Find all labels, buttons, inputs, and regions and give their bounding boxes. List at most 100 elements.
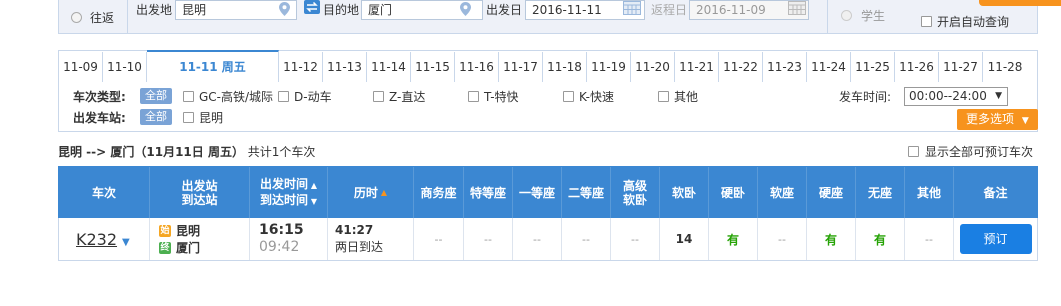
other-cell: -- xyxy=(905,218,954,260)
auto-query-option[interactable]: 开启自动查询 xyxy=(921,4,1009,38)
arrive-day: 两日到达 xyxy=(335,240,384,254)
expand-caret-icon[interactable]: ▼ xyxy=(122,237,130,248)
checkbox[interactable] xyxy=(278,90,289,102)
checkbox[interactable] xyxy=(373,90,384,102)
col-soft-sleeper: 软卧 xyxy=(660,167,709,219)
student-option[interactable]: 学生 xyxy=(841,0,885,32)
filter-panel: 车次类型: 全部 GC-高铁/城际 D-动车 Z-直达 T-特快 K-快速 其他… xyxy=(58,82,1038,132)
date-tab[interactable]: 11-27 xyxy=(939,52,983,83)
times-cell: 16:15 09:42 xyxy=(250,218,328,260)
train-type-d[interactable]: D-动车 xyxy=(278,88,332,105)
col-other: 其他 xyxy=(905,167,954,219)
auto-query-checkbox[interactable] xyxy=(921,15,932,27)
date-tab[interactable]: 11-09 xyxy=(59,52,103,83)
date-tab[interactable]: 11-17 xyxy=(499,52,543,83)
date-tab[interactable]: 11-10 xyxy=(103,52,147,83)
arrive-time: 09:42 xyxy=(259,239,300,255)
station-kunming[interactable]: 昆明 xyxy=(183,109,223,126)
hard-seat-cell[interactable]: 有 xyxy=(807,218,856,260)
location-pin-icon[interactable] xyxy=(279,2,290,16)
calendar-icon[interactable] xyxy=(788,1,806,15)
col-times[interactable]: 出发时间 ▲ 到达时间 ▼ xyxy=(250,167,328,219)
train-type-z[interactable]: Z-直达 xyxy=(373,88,425,105)
train-type-other[interactable]: 其他 xyxy=(658,88,698,105)
train-number-link[interactable]: K232 xyxy=(76,230,117,249)
checkbox[interactable] xyxy=(183,111,194,123)
depart-time-label: 发车时间: xyxy=(839,89,892,104)
col-soft-seat: 软座 xyxy=(758,167,807,219)
search-bar: 往返 出发地 昆明 目的地 厦门 出发日 2016-11-11 返程日 2016… xyxy=(58,0,1061,34)
train-type-k-label: K-快速 xyxy=(579,89,614,104)
date-tab[interactable]: 11-16 xyxy=(455,52,499,83)
col-stations-bottom: 到达站 xyxy=(181,193,218,207)
depart-date-label: 出发日 xyxy=(486,2,523,17)
col-stations: 出发站 到达站 xyxy=(150,167,250,219)
calendar-icon[interactable] xyxy=(623,1,641,15)
destination-station-name[interactable]: 厦门 xyxy=(176,239,200,256)
date-tab[interactable]: 11-12 xyxy=(279,52,323,83)
destination-badge: 终 xyxy=(159,241,171,254)
date-tab[interactable]: 11-23 xyxy=(763,52,807,83)
station-all-button[interactable]: 全部 xyxy=(140,109,172,125)
destination-station: 终 厦门 xyxy=(159,239,200,256)
hard-seat-value: 有 xyxy=(824,232,837,247)
show-all-option[interactable]: 显示全部可预订车次 xyxy=(908,143,1033,160)
soft-sleeper-cell[interactable]: 14 xyxy=(660,218,709,260)
train-type-k[interactable]: K-快速 xyxy=(563,88,614,105)
col-duration[interactable]: 历时 ▲ xyxy=(328,167,414,219)
date-tab[interactable]: 11-18 xyxy=(543,52,587,83)
train-type-t-label: T-特快 xyxy=(484,89,519,104)
route-text: 昆明 --> 厦门（11月11日 周五） xyxy=(58,145,244,159)
col-hard-sleeper: 硬卧 xyxy=(709,167,758,219)
depart-time-select[interactable]: 00:00--24:00 ▼ xyxy=(904,86,1008,106)
depart-station-label: 出发车站: xyxy=(73,110,126,125)
date-tab[interactable]: 11-13 xyxy=(323,52,367,83)
sort-down-icon: ▼ xyxy=(308,197,317,206)
senior-value: -- xyxy=(631,232,639,246)
second-value: -- xyxy=(582,232,590,246)
date-tabs: 11-09 11-10 11-11 周五 11-12 11-13 11-14 11-15 11… xyxy=(58,50,1038,84)
sort-up-icon: ▲ xyxy=(380,188,388,197)
result-count: 共计1个车次 xyxy=(247,145,316,159)
auto-query-label: 开启自动查询 xyxy=(937,14,1010,29)
checkbox[interactable] xyxy=(183,90,194,102)
date-tab[interactable]: 11-22 xyxy=(719,52,763,83)
train-type-all-button[interactable]: 全部 xyxy=(140,88,172,104)
origin-station-name[interactable]: 昆明 xyxy=(176,222,200,239)
date-tab[interactable]: 11-24 xyxy=(807,52,851,83)
no-seat-cell[interactable]: 有 xyxy=(856,218,905,260)
first-value: -- xyxy=(533,232,541,246)
checkbox[interactable] xyxy=(658,90,669,102)
hard-sleeper-cell[interactable]: 有 xyxy=(709,218,758,260)
date-tab[interactable]: 11-15 xyxy=(411,52,455,83)
swap-icon[interactable] xyxy=(304,0,320,14)
more-options-button[interactable]: 更多选项 ▼ xyxy=(957,109,1038,130)
to-label: 目的地 xyxy=(323,2,360,17)
date-tab[interactable]: 11-25 xyxy=(851,52,895,83)
student-label: 学生 xyxy=(861,8,886,23)
business-value: -- xyxy=(434,232,443,246)
show-all-label: 显示全部可预订车次 xyxy=(925,145,1034,159)
date-tab[interactable]: 11-20 xyxy=(631,52,675,83)
train-type-t[interactable]: T-特快 xyxy=(468,88,519,105)
date-tab[interactable]: 11-28 xyxy=(983,52,1027,83)
location-pin-icon[interactable] xyxy=(460,2,471,16)
train-type-gc[interactable]: GC-高铁/城际 xyxy=(183,88,273,105)
train-type-gc-label: GC-高铁/城际 xyxy=(199,89,274,104)
show-all-checkbox[interactable] xyxy=(908,146,919,157)
date-tab[interactable]: 11-14 xyxy=(367,52,411,83)
book-button[interactable]: 预订 xyxy=(959,224,1032,254)
date-tab[interactable]: 11-26 xyxy=(895,52,939,83)
divider xyxy=(827,0,828,34)
table-header: 车次 出发站 到达站 出发时间 ▲ 到达时间 ▼ 历时 ▲ 商务座 特等座 一等… xyxy=(58,166,1038,219)
date-tab[interactable]: 11-19 xyxy=(587,52,631,83)
duration-cell: 41:27 两日到达 xyxy=(328,218,414,260)
date-tab[interactable]: 11-21 xyxy=(675,52,719,83)
checkbox[interactable] xyxy=(563,90,574,102)
date-tab-active[interactable]: 11-11 周五 xyxy=(147,50,279,84)
round-trip-radio[interactable] xyxy=(71,11,82,23)
round-trip-option[interactable]: 往返 xyxy=(71,0,114,34)
student-radio[interactable] xyxy=(841,9,852,21)
col-times-top: 出发时间 ▲ xyxy=(260,177,317,191)
checkbox[interactable] xyxy=(468,90,479,102)
